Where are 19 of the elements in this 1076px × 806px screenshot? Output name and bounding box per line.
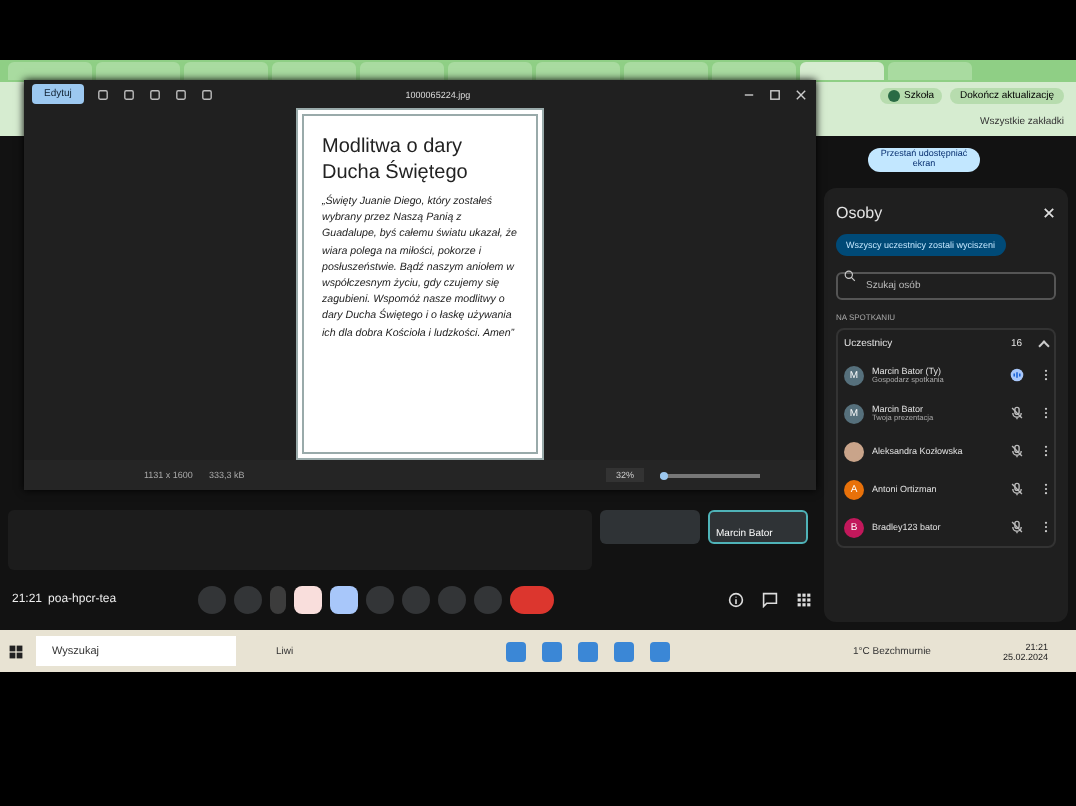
taskbar-app-icon[interactable] xyxy=(541,641,562,661)
apps-grid-icon[interactable] xyxy=(796,592,812,608)
close-icon[interactable] xyxy=(1042,205,1056,219)
info-icon[interactable] xyxy=(728,592,744,608)
hangup-button[interactable] xyxy=(510,586,555,614)
maximize-icon[interactable] xyxy=(768,87,782,101)
taskbar-app-icon[interactable] xyxy=(577,641,598,661)
present-button[interactable] xyxy=(330,586,359,614)
taskbar-app-icon[interactable] xyxy=(505,641,526,661)
taskbar-app-icon[interactable] xyxy=(649,641,670,661)
taskbar-app-icon[interactable] xyxy=(613,641,634,661)
close-icon[interactable] xyxy=(794,87,808,101)
windows-start-icon[interactable] xyxy=(8,643,24,659)
participant-tile xyxy=(600,510,700,544)
search-icon xyxy=(844,270,856,282)
camera-off-button[interactable] xyxy=(294,586,323,614)
poster-title: Modlitwa o dary Ducha Świętego xyxy=(322,136,470,186)
panel-title: Osoby xyxy=(836,203,883,221)
chat-icon[interactable] xyxy=(762,592,778,608)
